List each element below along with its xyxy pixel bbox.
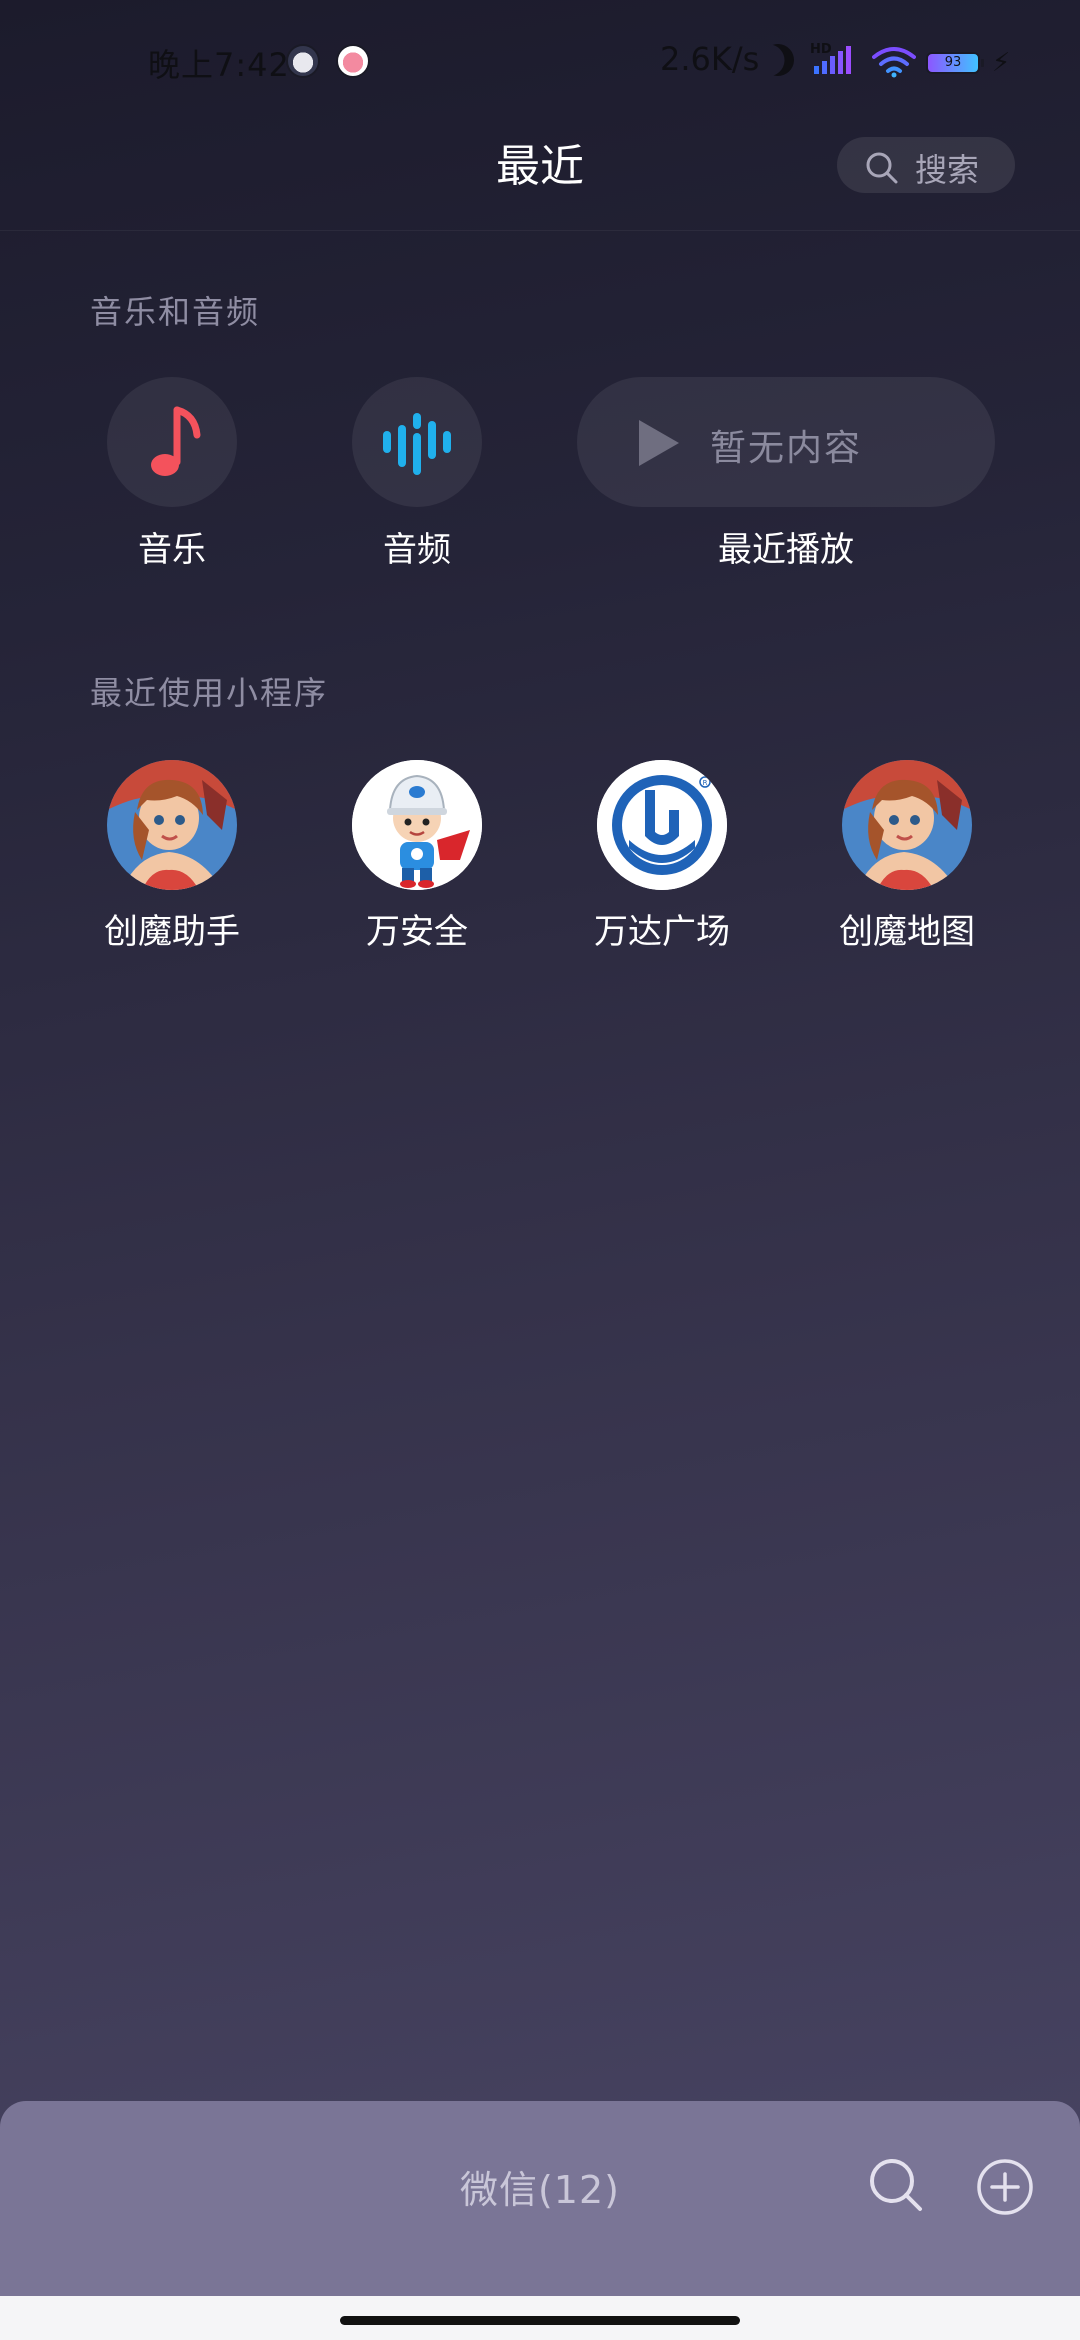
mini-program-wanda-plaza[interactable]: R bbox=[597, 760, 727, 890]
mini-program-chuangmo-assistant[interactable] bbox=[107, 760, 237, 890]
header: 最近 搜索 bbox=[0, 125, 1080, 231]
svg-text:R: R bbox=[703, 779, 708, 787]
do-not-disturb-moon-icon bbox=[757, 39, 798, 80]
recent-play-label: 最近播放 bbox=[718, 530, 854, 570]
add-icon[interactable] bbox=[975, 2157, 1035, 2217]
section-title-media: 音乐和音频 bbox=[90, 293, 261, 331]
recent-play-button[interactable]: 暂无内容 bbox=[577, 377, 995, 507]
wifi-icon bbox=[872, 47, 916, 78]
play-icon bbox=[639, 420, 679, 466]
mini-program-label: 创魔地图 bbox=[839, 912, 975, 952]
mini-program-label: 万达广场 bbox=[594, 912, 730, 952]
audio-button[interactable] bbox=[352, 377, 482, 507]
section-title-mini-programs: 最近使用小程序 bbox=[90, 674, 329, 712]
music-button[interactable] bbox=[107, 377, 237, 507]
search-icon[interactable] bbox=[868, 2157, 924, 2213]
status-bar: 晚上7:42 2.6K/s HD 93 ⚡ bbox=[0, 0, 1080, 125]
recent-play-empty-text: 暂无内容 bbox=[710, 428, 863, 469]
wechat-bottom-bar[interactable]: 微信(12) bbox=[0, 2101, 1080, 2296]
safety-worker-avatar-icon bbox=[352, 760, 482, 890]
search-button[interactable]: 搜索 bbox=[837, 137, 1015, 193]
network-speed: 2.6K/s bbox=[660, 40, 760, 78]
system-nav-area bbox=[0, 2296, 1080, 2340]
search-label: 搜索 bbox=[915, 151, 980, 189]
battery-indicator: 93 bbox=[926, 52, 984, 74]
anime-girl-avatar-icon bbox=[107, 760, 237, 890]
notification-app-icon bbox=[336, 44, 370, 78]
status-time: 晚上7:42 bbox=[148, 46, 290, 84]
charging-bolt-icon: ⚡ bbox=[992, 48, 1011, 78]
audio-wave-icon bbox=[383, 413, 451, 475]
mini-program-wan-safety[interactable] bbox=[352, 760, 482, 890]
home-indicator[interactable] bbox=[340, 2316, 740, 2325]
anime-girl-avatar-icon bbox=[842, 760, 972, 890]
mini-program-label: 万安全 bbox=[366, 912, 468, 952]
audio-label: 音频 bbox=[383, 530, 451, 570]
music-label: 音乐 bbox=[138, 530, 206, 570]
notification-app-icon bbox=[286, 44, 320, 78]
cell-signal-icon bbox=[814, 46, 851, 74]
mini-program-label: 创魔助手 bbox=[104, 912, 240, 952]
music-note-icon bbox=[151, 406, 201, 476]
mini-program-chuangmo-map[interactable] bbox=[842, 760, 972, 890]
wanda-logo-icon: R bbox=[597, 760, 727, 890]
search-icon bbox=[866, 152, 898, 184]
